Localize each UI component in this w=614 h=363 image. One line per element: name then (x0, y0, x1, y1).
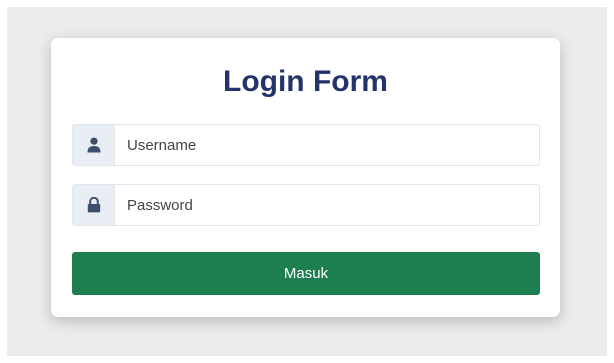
user-icon (73, 125, 115, 165)
password-input[interactable] (115, 185, 539, 225)
lock-icon (73, 185, 115, 225)
login-card: Login Form Masuk (51, 38, 560, 317)
username-input[interactable] (115, 125, 539, 165)
submit-button[interactable]: Masuk (72, 252, 540, 295)
form-title: Login Form (223, 65, 388, 98)
username-field (72, 124, 540, 166)
password-field (72, 184, 540, 226)
